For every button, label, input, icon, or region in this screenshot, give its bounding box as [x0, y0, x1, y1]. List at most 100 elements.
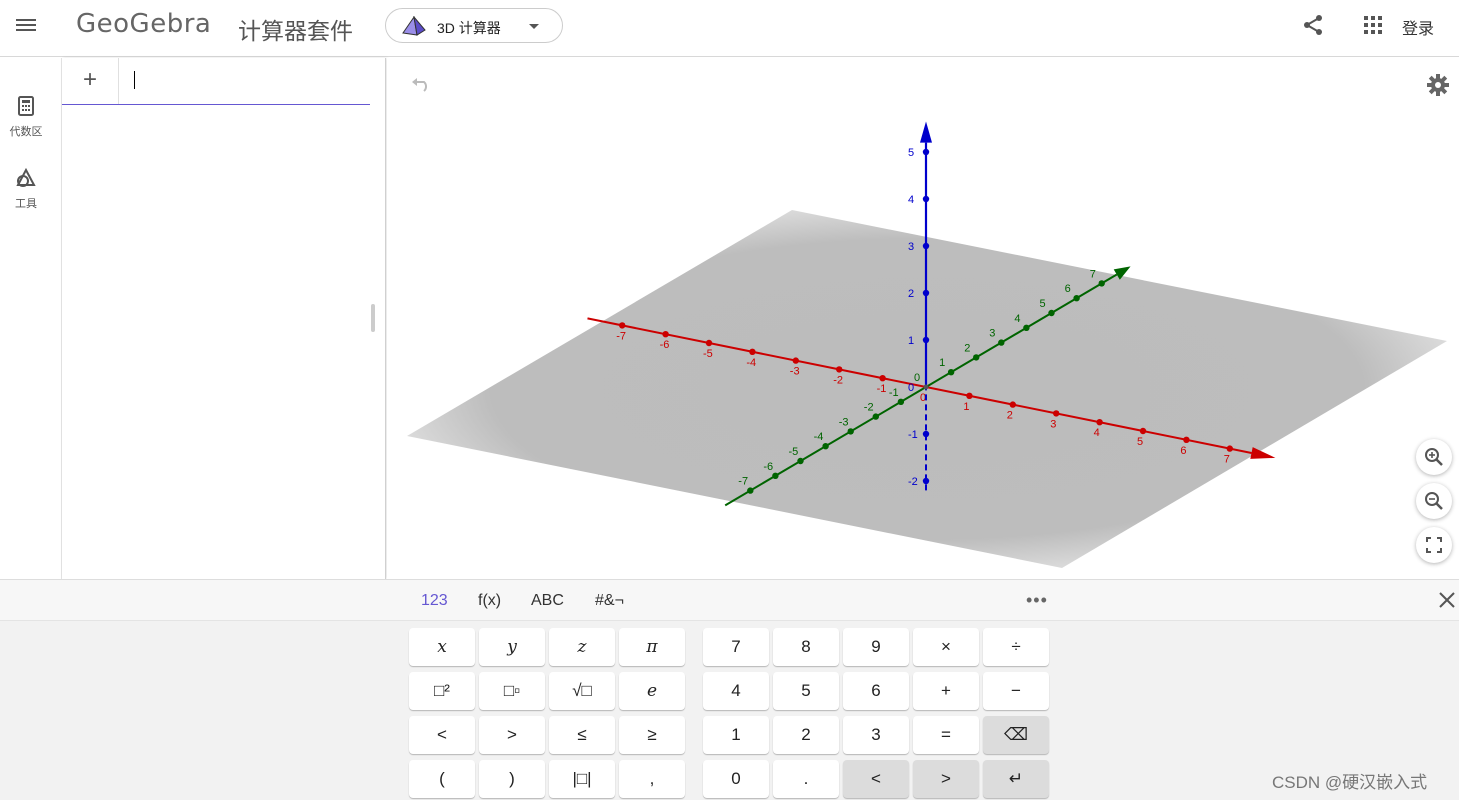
y-axis-tick-label: 6 [1065, 283, 1071, 295]
zoom-in-button[interactable] [1416, 439, 1452, 475]
zoom-out-button[interactable] [1416, 483, 1452, 519]
y-axis-tick [772, 472, 779, 479]
x-axis-tick-label: 4 [1094, 427, 1100, 439]
y-axis-tick [1023, 324, 1030, 331]
x-axis-tick-label: -3 [790, 366, 800, 378]
graphics-3d-view[interactable]: -7 -6 -5 -4 -3 -2 -1 0 1 2 3 4 5 6 7 -7 -6 -5 -4 -3 -2 -1 0 1 2 3… [387, 58, 1459, 579]
key-open-paren[interactable]: ( [409, 760, 475, 798]
key-minus[interactable]: − [983, 672, 1049, 710]
app-selector[interactable]: 3D 计算器 [385, 8, 563, 43]
x-axis-tick-label: 3 [1050, 418, 1056, 430]
x-axis-tick [1096, 419, 1103, 426]
key-6[interactable]: 6 [843, 672, 909, 710]
key-z[interactable]: z [549, 628, 615, 666]
z-axis-tick [922, 430, 930, 438]
tab-functions[interactable]: f(x) [478, 592, 501, 610]
fullscreen-button[interactable] [1416, 527, 1452, 563]
z-axis-tick [922, 242, 930, 250]
tab-123[interactable]: 123 [421, 592, 448, 610]
add-item-button[interactable]: + [62, 58, 119, 104]
x-axis-tick [705, 339, 713, 347]
key-less-than[interactable]: < [409, 716, 475, 754]
key-pi[interactable]: π [619, 628, 685, 666]
y-axis-tick-label: -4 [814, 431, 824, 443]
z-axis-tick-label: 0 [908, 382, 914, 394]
key-1[interactable]: 1 [703, 716, 769, 754]
key-greater-equal[interactable]: ≥ [619, 716, 685, 754]
sidebar-item-algebra[interactable]: 代数区 [0, 96, 52, 139]
key-e[interactable]: e [619, 672, 685, 710]
close-icon[interactable] [1437, 590, 1457, 610]
x-axis-tick [1183, 436, 1190, 443]
key-greater-than[interactable]: > [479, 716, 545, 754]
y-axis-tick-label: -2 [864, 402, 874, 414]
x-axis-tick [1226, 445, 1233, 452]
key-left-arrow[interactable]: < [843, 760, 909, 798]
x-axis-tick [879, 375, 886, 382]
y-axis-tick [1048, 309, 1055, 317]
z-axis-tick-label: 5 [908, 147, 914, 159]
tab-symbols[interactable]: #&¬ [595, 592, 624, 610]
key-7[interactable]: 7 [703, 628, 769, 666]
key-decimal[interactable]: . [773, 760, 839, 798]
fullscreen-icon [1426, 537, 1442, 553]
menu-icon[interactable] [16, 16, 38, 34]
app-selector-label: 3D 计算器 [437, 20, 501, 36]
key-0[interactable]: 0 [703, 760, 769, 798]
z-axis-tick-label: 4 [908, 194, 914, 206]
z-axis-tick [922, 195, 930, 203]
z-axis-tick-label: -2 [908, 476, 918, 488]
x-axis-tick-label: 6 [1180, 445, 1186, 457]
sidebar: 代数区 工具 [0, 58, 62, 579]
y-axis-tick [998, 339, 1005, 346]
signin-button[interactable]: 登录 [1402, 15, 1434, 39]
y-axis-tick [797, 457, 804, 465]
suite-title: 计算器套件 [238, 19, 353, 45]
more-options-button[interactable]: ••• [1026, 590, 1048, 611]
sidebar-item-label: 代数区 [9, 126, 43, 138]
y-axis-tick [1073, 295, 1080, 302]
key-comma[interactable]: , [619, 760, 685, 798]
apps-grid-icon[interactable] [1364, 16, 1382, 34]
key-8[interactable]: 8 [773, 628, 839, 666]
calculator-icon [18, 96, 34, 116]
key-5[interactable]: 5 [773, 672, 839, 710]
key-equals[interactable]: = [913, 716, 979, 754]
y-axis-tick-label: 0 [914, 372, 920, 384]
x-axis-tick-label: 5 [1137, 436, 1143, 448]
key-divide[interactable]: ÷ [983, 628, 1049, 666]
key-right-arrow[interactable]: > [913, 760, 979, 798]
key-3[interactable]: 3 [843, 716, 909, 754]
y-axis-tick [1098, 280, 1105, 287]
tab-abc[interactable]: ABC [531, 592, 564, 610]
key-less-equal[interactable]: ≤ [549, 716, 615, 754]
z-axis-tick [922, 336, 930, 344]
geogebra-logo[interactable]: GeoGebra [76, 9, 211, 39]
key-power[interactable]: □▫ [479, 672, 545, 710]
key-y[interactable]: y [479, 628, 545, 666]
key-2[interactable]: 2 [773, 716, 839, 754]
key-sqrt[interactable]: √□ [549, 672, 615, 710]
share-icon[interactable] [1302, 14, 1324, 36]
z-axis-tick [922, 477, 930, 485]
key-9[interactable]: 9 [843, 628, 909, 666]
key-close-paren[interactable]: ) [479, 760, 545, 798]
key-multiply[interactable]: × [913, 628, 979, 666]
panel-resize-handle[interactable] [371, 304, 375, 332]
tools-icon [16, 167, 36, 187]
z-axis-tick-label: 2 [908, 288, 914, 300]
key-square[interactable]: □² [409, 672, 475, 710]
y-axis-tick [973, 354, 980, 361]
sidebar-item-tools[interactable]: 工具 [0, 167, 52, 211]
z-axis-tick [922, 289, 930, 297]
key-plus[interactable]: + [913, 672, 979, 710]
key-4[interactable]: 4 [703, 672, 769, 710]
key-backspace[interactable]: ⌫ [983, 716, 1049, 754]
x-axis-tick [1139, 427, 1147, 435]
y-axis-tick-label: 2 [964, 342, 970, 354]
key-abs[interactable]: |□| [549, 760, 615, 798]
key-enter[interactable]: ↵ [983, 760, 1049, 798]
algebra-input[interactable] [120, 58, 370, 104]
key-x[interactable]: x [409, 628, 475, 666]
x-axis-tick-label: -6 [660, 339, 670, 351]
